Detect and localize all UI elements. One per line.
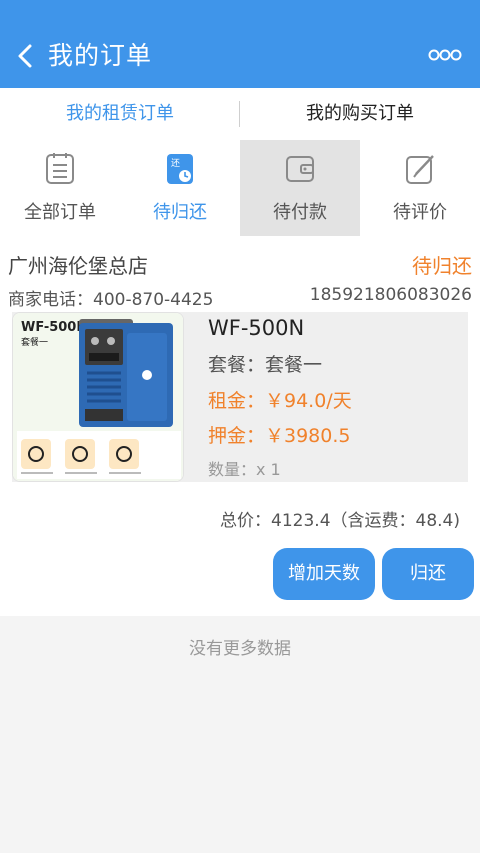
shop-phone: 商家电话：400-870-4425 (8, 290, 214, 310)
product-quantity: 数量：x 1 (208, 460, 281, 479)
product-image: WF-500N 套餐一 (12, 312, 184, 482)
return-clock-icon: 还 (167, 154, 193, 184)
page-title: 我的订单 (48, 41, 153, 70)
user-phone: 185921806083026 (309, 285, 472, 305)
tab-label: 待评价 (393, 202, 447, 223)
tab-label: 全部订单 (24, 202, 96, 223)
app-header: 我的订单 (0, 0, 480, 88)
product-name: WF-500N (208, 316, 305, 340)
svg-text:WF-500N: WF-500N (21, 320, 87, 335)
order-total: 总价：4123.4（含运费：48.4) (220, 511, 460, 531)
tab-label: 待归还 (153, 202, 207, 223)
order-card[interactable]: 广州海伦堡总店 待归还 商家电话：400-870-4425 1859218060… (0, 236, 480, 616)
tab-to-return[interactable]: 还 待归还 (120, 140, 240, 236)
tab-rental-orders[interactable]: 我的租赁订单 (0, 88, 240, 140)
shop-name: 广州海伦堡总店 (8, 254, 148, 278)
wallet-icon (286, 156, 314, 182)
product-package: 套餐：套餐一 (208, 354, 323, 376)
chevron-left-icon[interactable] (12, 36, 38, 76)
edit-icon (406, 155, 434, 184)
more-dots-icon[interactable] (428, 46, 462, 64)
order-status: 待归还 (412, 254, 472, 278)
svg-text:套餐一: 套餐一 (21, 336, 48, 348)
tab-to-review[interactable]: 待评价 (360, 140, 480, 236)
product-deposit: 押金：￥3980.5 (208, 425, 351, 447)
tab-purchase-orders[interactable]: 我的购买订单 (240, 88, 480, 140)
svg-text:还: 还 (171, 157, 180, 169)
product-row[interactable]: WF-500N 套餐一 WF-500N 套餐：套餐一 租金：￥94.0/天 押金… (12, 312, 468, 482)
no-more-data: 没有更多数据 (189, 639, 291, 659)
product-rent: 租金：￥94.0/天 (208, 390, 352, 412)
clipboard-list-icon (46, 153, 74, 184)
tab-label: 待付款 (273, 202, 327, 223)
order-type-tabs: 我的租赁订单 我的购买订单 (0, 88, 480, 140)
return-button[interactable]: 归还 (382, 548, 474, 600)
tab-to-pay[interactable]: 待付款 (240, 140, 360, 236)
add-days-button[interactable]: 增加天数 (273, 548, 375, 600)
status-tabs: 全部订单 还 待归还 待付款 待评价 (0, 140, 480, 236)
tab-all-orders[interactable]: 全部订单 (0, 140, 120, 236)
